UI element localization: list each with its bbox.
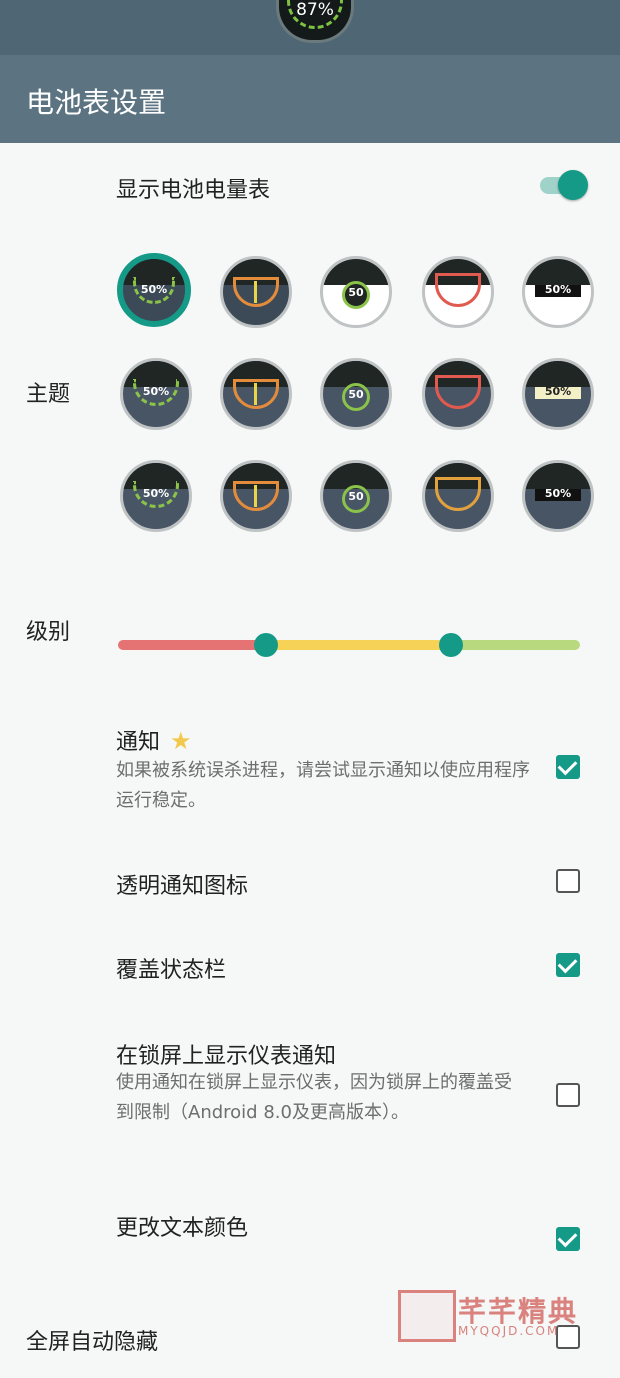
notification-label: 通知: [116, 730, 161, 755]
lockscreen-description: 使用通知在锁屏上显示仪表，因为锁屏上的覆盖受到限制（Android 8.0及更高…: [116, 1072, 512, 1123]
theme-preview-label: 50%: [544, 283, 572, 296]
battery-percent: 87%: [296, 0, 334, 20]
theme-option-3[interactable]: 50: [320, 256, 392, 328]
theme-option-15[interactable]: 50%: [522, 460, 594, 532]
theme-preview-label: 50%: [142, 487, 170, 500]
theme-option-11[interactable]: 50%: [120, 460, 192, 532]
theme-option-4[interactable]: [422, 256, 494, 328]
show-meter-switch[interactable]: [538, 170, 592, 200]
theme-option-8[interactable]: 50: [320, 358, 392, 430]
level-label: 级别: [26, 620, 71, 645]
theme-option-1[interactable]: 50%: [117, 253, 191, 327]
theme-preview-rainbow: [435, 477, 481, 511]
slider-knob-low[interactable]: [253, 633, 278, 657]
theme-preview-needle: [254, 383, 257, 405]
theme-option-2[interactable]: [220, 256, 292, 328]
theme-option-6[interactable]: 50%: [120, 358, 192, 430]
overlay-statusbar-label: 覆盖状态栏: [116, 958, 227, 983]
notification-description: 如果被系统误杀进程，请尝试显示通知以使应用程序运行稳定。: [116, 760, 530, 811]
theme-preview-label: 50%: [544, 487, 572, 500]
text-color-label: 更改文本颜色: [116, 1216, 249, 1241]
theme-option-14[interactable]: [422, 460, 494, 532]
theme-label: 主题: [26, 382, 71, 407]
theme-preview-needle: [254, 485, 257, 507]
theme-preview-label: 50: [348, 490, 364, 503]
theme-option-5[interactable]: 50%: [522, 256, 594, 328]
theme-option-7[interactable]: [220, 358, 292, 430]
show-meter-label: 显示电池电量表: [116, 178, 271, 203]
switch-thumb: [558, 170, 588, 200]
theme-preview-label: 50%: [140, 283, 168, 296]
fullscreen-hide-label: 全屏自动隐藏: [26, 1330, 159, 1355]
battery-gauge-overlay: 87%: [276, 0, 354, 43]
theme-preview-rainbow: [435, 273, 481, 307]
theme-preview-label: 50%: [544, 385, 572, 398]
lockscreen-checkbox[interactable]: [556, 1083, 580, 1107]
watermark-emblem: [398, 1290, 456, 1342]
slider-segment-mid: [265, 640, 451, 650]
overlay-statusbar-checkbox[interactable]: [556, 953, 580, 977]
star-icon: ★: [170, 727, 192, 755]
slider-segment-low: [118, 640, 266, 650]
app-bar: 电池表设置: [0, 55, 620, 143]
watermark-logo: 芊芊精典 MYQQJD.COM: [398, 1290, 588, 1342]
theme-option-12[interactable]: [220, 460, 292, 532]
theme-preview-cap: [525, 259, 591, 285]
theme-preview-rainbow: [435, 375, 481, 409]
theme-option-9[interactable]: [422, 358, 494, 430]
theme-option-10[interactable]: 50%: [522, 358, 594, 430]
slider-knob-high[interactable]: [438, 633, 463, 657]
theme-preview-label: 50%: [142, 385, 170, 398]
transparent-icon-checkbox[interactable]: [556, 869, 580, 893]
status-bar: 87%: [0, 0, 620, 55]
theme-option-13[interactable]: 50: [320, 460, 392, 532]
page-title: 电池表设置: [26, 86, 167, 119]
watermark-url: MYQQJD.COM: [458, 1324, 560, 1338]
notification-label-row: 通知 ★: [116, 724, 192, 756]
theme-preview-cap: [525, 361, 591, 387]
theme-preview-needle: [254, 281, 257, 303]
notification-checkbox[interactable]: [556, 755, 580, 779]
theme-preview-cap: [525, 463, 591, 489]
theme-preview-label: 50: [348, 286, 364, 299]
transparent-icon-label: 透明通知图标: [116, 874, 249, 899]
theme-preview-label: 50: [348, 388, 364, 401]
slider-segment-high: [450, 640, 580, 650]
level-range-slider[interactable]: [118, 633, 580, 657]
lockscreen-label: 在锁屏上显示仪表通知: [116, 1044, 337, 1069]
text-color-checkbox[interactable]: [556, 1227, 580, 1251]
